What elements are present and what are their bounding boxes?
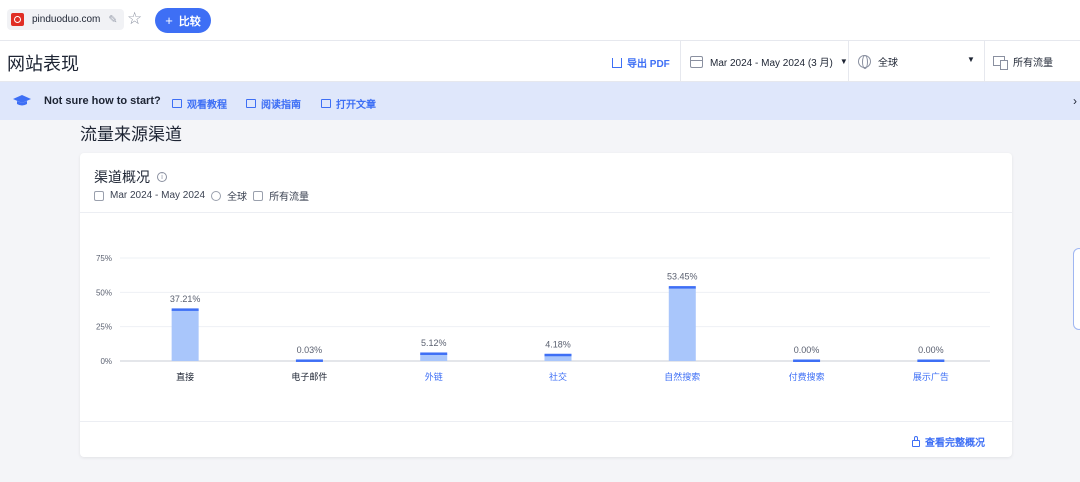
close-icon[interactable]: › [1073, 94, 1077, 108]
x-category-label[interactable]: 展示广告 [913, 371, 949, 382]
view-full-overview-link[interactable]: 查看完整概况 [912, 434, 985, 449]
bar-top-mark [544, 353, 572, 357]
bar-data-label: 0.03% [297, 345, 323, 355]
geo-label: 全球 [878, 58, 898, 69]
lock-icon [912, 435, 920, 447]
x-category-label: 电子邮件 [291, 371, 327, 382]
traffic-label: 所有流量 [1013, 58, 1053, 69]
divider [80, 421, 1012, 422]
bar-data-label: 5.12% [421, 338, 447, 348]
export-pdf-label: 导出 PDF [627, 59, 670, 70]
calendar-icon [690, 55, 703, 68]
side-panel-handle[interactable] [1073, 248, 1080, 330]
export-pdf-button[interactable]: 导出 PDF [612, 55, 670, 70]
compare-button-label: 比较 [178, 15, 201, 28]
domain-chip[interactable]: pinduoduo.com ✎ [7, 9, 124, 30]
bar [420, 353, 448, 361]
x-category-label: 直接 [176, 371, 194, 382]
x-category-label[interactable]: 外链 [425, 371, 443, 382]
page-title: 网站表现 [7, 54, 79, 74]
bar-top-mark [793, 359, 821, 362]
geo-selector[interactable]: 全球 [858, 54, 898, 69]
chevron-down-icon: ▼ [839, 57, 848, 66]
channel-overview-card: 渠道概况 i Mar 2024 - May 2024 全球 所有流量 0% 25%… [80, 153, 1012, 457]
video-icon [172, 99, 182, 108]
divider [984, 41, 985, 82]
help-banner: Not sure how to start? 观看教程 阅读指南 打开文章 › [0, 82, 1080, 120]
site-favicon-icon [11, 13, 24, 26]
x-category-label[interactable]: 付费搜索 [789, 371, 825, 382]
bar-data-label: 53.45% [667, 272, 698, 282]
open-article-label: 打开文章 [336, 100, 376, 111]
graduation-cap-icon [13, 95, 31, 106]
banner-question: Not sure how to start? [44, 95, 161, 107]
y-tick-label: 50% [96, 288, 112, 297]
x-category-label[interactable]: 自然搜索 [664, 371, 700, 382]
bar-top-mark [668, 286, 696, 289]
date-range-label: Mar 2024 - May 2024 (3 月) [710, 58, 833, 69]
devices-icon [993, 55, 1008, 70]
x-category-label[interactable]: 社交 [549, 371, 567, 382]
bar-data-label: 0.00% [918, 345, 944, 355]
traffic-selector[interactable]: 所有流量 [993, 54, 1053, 70]
watch-tutorial-link[interactable]: 观看教程 [172, 96, 227, 111]
y-tick-label: 25% [96, 323, 112, 332]
bar-data-label: 0.00% [794, 345, 820, 355]
channel-bar-chart: 0% 25% 50% 75% 37.21% 直接 0.03% 电子邮件 5.12% 外链 4.18%… [96, 254, 990, 382]
bar [668, 287, 696, 361]
chevron-down-icon[interactable]: ▼ [967, 55, 975, 64]
y-tick-label: 75% [96, 254, 112, 263]
read-guide-link[interactable]: 阅读指南 [246, 96, 301, 111]
book-icon [246, 99, 256, 108]
globe-icon [858, 55, 871, 69]
bar [171, 309, 199, 361]
open-article-link[interactable]: 打开文章 [321, 96, 376, 111]
date-range-selector[interactable]: Mar 2024 - May 2024 (3 月) ▼ [690, 54, 848, 69]
watch-tutorial-label: 观看教程 [187, 100, 227, 111]
domain-text: pinduoduo.com [32, 14, 101, 25]
external-link-icon [321, 99, 331, 108]
download-icon [612, 57, 622, 68]
compare-button[interactable]: + 比较 [155, 8, 211, 33]
star-icon[interactable]: ☆ [127, 10, 142, 28]
bar-top-mark [295, 359, 323, 362]
read-guide-label: 阅读指南 [261, 100, 301, 111]
bar-data-label: 37.21% [170, 294, 201, 304]
bar-top-mark [420, 352, 448, 355]
section-title: 流量来源渠道 [80, 125, 182, 144]
bar-top-mark [171, 308, 199, 311]
page-header: 网站表现 导出 PDF Mar 2024 - May 2024 (3 月) ▼ … [0, 41, 1080, 82]
plus-icon: + [165, 13, 173, 28]
bar-data-label: 4.18% [545, 339, 571, 349]
y-tick-label: 0% [100, 357, 112, 366]
divider [680, 41, 681, 82]
view-full-overview-label: 查看完整概况 [925, 438, 985, 449]
divider [848, 41, 849, 82]
top-bar: pinduoduo.com ✎ ☆ + 比较 [0, 0, 1080, 41]
edit-pencil-icon[interactable]: ✎ [108, 13, 117, 26]
bar-top-mark [917, 359, 945, 362]
